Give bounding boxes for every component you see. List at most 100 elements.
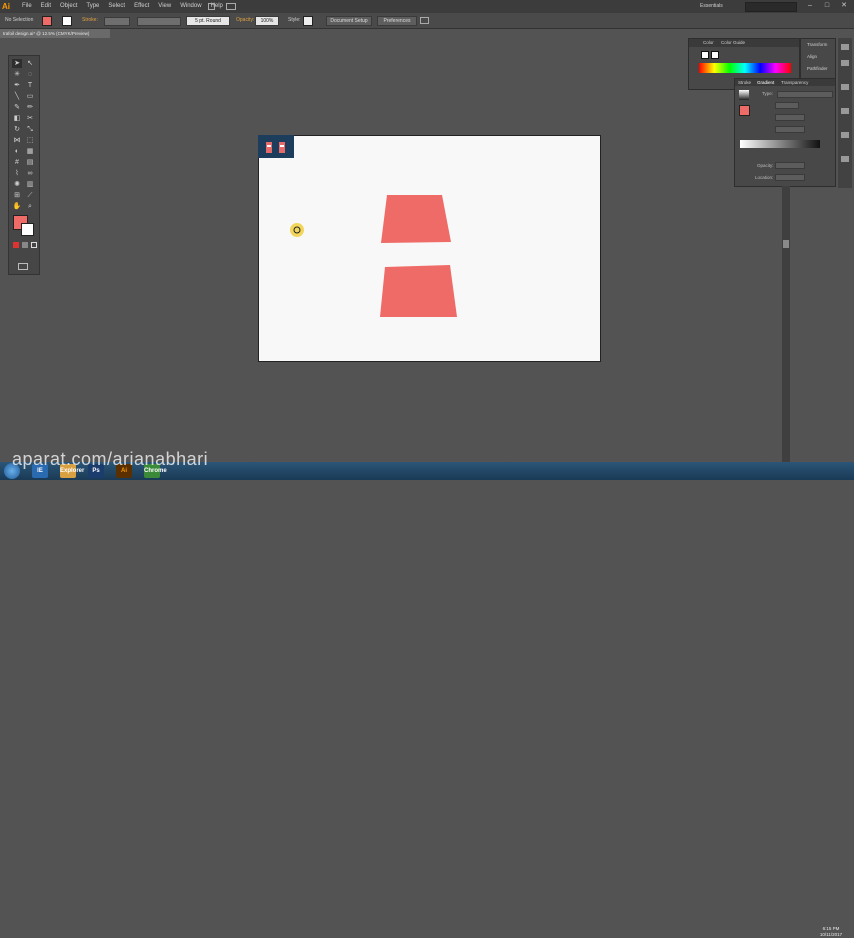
menu-object[interactable]: Object [60,0,77,13]
slice-tool-icon[interactable]: ⟋ [25,191,35,200]
search-input[interactable] [745,2,797,12]
opacity-label[interactable]: Opacity: [236,13,254,28]
color-mode-icon[interactable] [13,242,19,248]
menu-window[interactable]: Window [180,0,201,13]
magic-wand-tool-icon[interactable]: ✳ [12,70,22,79]
gradient-fill-swatch[interactable] [739,105,750,116]
document-tab[interactable]: trafoil design.ai* @ 12.5% (CMYK/Preview… [0,29,110,38]
gradient-type-select[interactable] [777,91,833,98]
gradient-tool-icon[interactable]: ▤ [25,158,35,167]
direct-selection-tool-icon[interactable]: ↖ [25,59,35,68]
lower-trapezoid[interactable] [380,265,457,317]
eyedropper-tool-icon[interactable]: ⌇ [12,169,22,178]
bridge-icon[interactable] [208,3,215,10]
gradient-location-field[interactable] [775,174,805,181]
rotate-tool-icon[interactable]: ↻ [12,125,22,134]
color-panel-tabs: Color Color Guide [689,39,799,47]
menu-file[interactable]: File [22,0,32,13]
width-tool-icon[interactable]: ⋈ [12,136,22,145]
stroke-weight-field[interactable] [104,17,130,26]
tab-align[interactable]: Align [807,53,817,60]
zoom-tool-icon[interactable]: ⌕ [25,202,35,211]
gradient-slider[interactable] [740,140,820,148]
tab-transparency[interactable]: Transparency [781,79,808,86]
color-spectrum[interactable] [699,63,791,73]
design-thumbnail[interactable] [258,135,294,158]
graphic-style-swatch[interactable] [303,16,313,26]
rectangle-tool-icon[interactable]: ▭ [25,92,35,101]
minimize-icon[interactable]: – [805,1,815,11]
hand-tool-icon[interactable]: ✋ [12,202,22,211]
scale-tool-icon[interactable]: ⤡ [25,125,35,134]
scrollbar-thumb[interactable] [783,240,789,248]
tab-stroke[interactable]: Stroke [738,79,751,86]
upper-trapezoid[interactable] [381,195,451,243]
line-tool-icon[interactable]: ╲ [12,92,22,101]
type-tool-icon[interactable]: T [25,81,35,90]
stroke-color-swatch[interactable] [21,223,34,236]
dock-symbols-icon[interactable] [841,108,849,114]
variable-width-profile[interactable] [137,17,181,26]
mesh-tool-icon[interactable]: # [12,158,22,167]
none-mode-icon[interactable] [31,242,37,248]
tab-pathfinder[interactable]: Pathfinder [807,65,828,72]
gradient-preview[interactable] [739,90,749,100]
preferences-button[interactable]: Preferences [377,16,417,26]
column-graph-tool-icon[interactable]: ▥ [25,180,35,189]
menu-type[interactable]: Type [86,0,99,13]
menu-edit[interactable]: Edit [41,0,51,13]
tab-color-guide[interactable]: Color Guide [721,39,745,46]
gradient-opacity-label: Opacity: [757,163,774,168]
gradient-angle-field[interactable] [775,102,799,109]
symbol-sprayer-tool-icon[interactable]: ✺ [12,180,22,189]
gradient-aspect-field[interactable] [775,114,805,121]
free-transform-tool-icon[interactable]: ⬚ [25,136,35,145]
close-icon[interactable]: ✕ [839,1,849,11]
vertical-scrollbar[interactable] [782,186,790,462]
opacity-field[interactable]: 100% [255,16,279,26]
brush-definition[interactable]: 5 pt. Round [186,16,230,26]
draw-mode-icons[interactable] [13,253,34,259]
selection-tool-icon[interactable]: ➤ [12,59,22,68]
eraser-tool-icon[interactable]: ◧ [12,114,22,123]
screen-mode-icon[interactable] [18,263,28,270]
watermark: aparat.com/arianabhari [12,449,209,469]
gradient-reverse-field[interactable] [775,126,805,133]
menu-effect[interactable]: Effect [134,0,149,13]
tab-color[interactable]: Color [703,39,714,46]
artboard-tool-icon[interactable]: ⊞ [12,191,22,200]
dock-brushes-icon[interactable] [841,84,849,90]
blend-tool-icon[interactable]: ∞ [25,169,35,178]
scissors-tool-icon[interactable]: ✂ [25,114,35,123]
color-panel-stroke[interactable] [711,51,719,59]
workspace-switcher[interactable]: Essentials [700,2,740,11]
gradient-opacity-field[interactable] [775,162,805,169]
menu-view[interactable]: View [158,0,171,13]
dock-artboards-icon[interactable] [841,156,849,162]
control-bar: No Selection Stroke: 5 pt. Round Opacity… [0,13,854,29]
color-panel-fill[interactable] [701,51,709,59]
dock-layers-icon[interactable] [841,132,849,138]
tab-gradient[interactable]: Gradient [757,79,774,86]
perspective-grid-tool-icon[interactable]: ▦ [25,147,35,156]
system-tray-icons[interactable] [770,467,806,475]
dock-swatches-icon[interactable] [841,60,849,66]
stroke-label[interactable]: Stroke: [82,13,98,28]
tools-panel: ➤ ↖ ✳ ◌ ✒ T ╲ ▭ ✎ ✏ ◧ ✂ ↻ ⤡ ⋈ ⬚ ◐ ▦ # ▤ … [8,55,40,275]
paintbrush-tool-icon[interactable]: ✎ [12,103,22,112]
lasso-tool-icon[interactable]: ◌ [25,70,35,79]
maximize-icon[interactable]: □ [822,1,832,11]
style-label: Style: [288,17,301,23]
arrange-documents-icon[interactable] [226,3,236,10]
tab-transform[interactable]: Transform [807,41,827,48]
shape-builder-tool-icon[interactable]: ◐ [12,147,22,156]
stroke-swatch[interactable] [62,16,72,26]
pen-tool-icon[interactable]: ✒ [12,81,22,90]
fill-swatch[interactable] [42,16,52,26]
arrange-icon[interactable] [420,17,429,24]
pencil-tool-icon[interactable]: ✏ [25,103,35,112]
document-setup-button[interactable]: Document Setup [326,16,372,26]
gradient-mode-icon[interactable] [22,242,28,248]
dock-color-icon[interactable] [841,44,849,50]
menu-select[interactable]: Select [108,0,125,13]
